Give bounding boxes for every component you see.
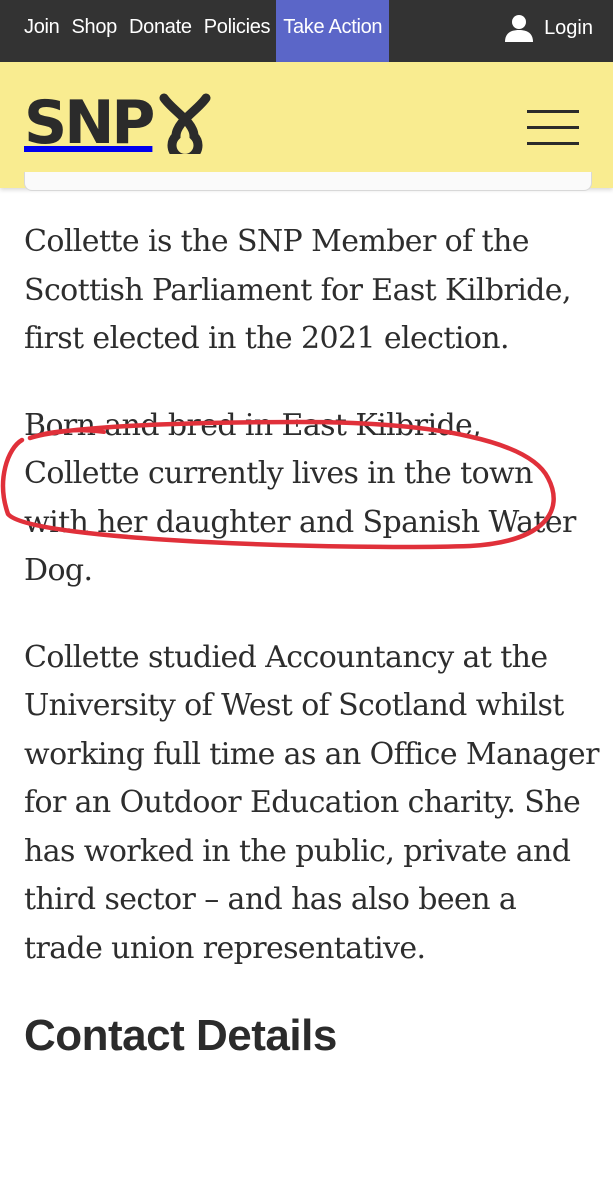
bio-paragraph-career: Collette studied Accountancy at the Univ… [24, 639, 599, 966]
login-label: Login [544, 16, 593, 39]
top-nav: Join Shop Donate Policies Take Action [0, 0, 390, 62]
nav-donate-link[interactable]: Donate [123, 0, 198, 56]
hamburger-icon[interactable] [527, 110, 579, 146]
nav-take-action-link[interactable]: Take Action [276, 0, 390, 62]
logo-text: SNP [24, 88, 155, 158]
snp-logo[interactable]: SNP [24, 88, 214, 158]
brand-header: SNP [0, 62, 613, 188]
contact-details-heading: Contact Details [24, 1011, 337, 1060]
login-link[interactable]: Login [504, 0, 593, 56]
nav-shop-link[interactable]: Shop [66, 0, 124, 56]
nav-policies-link[interactable]: Policies [198, 0, 277, 56]
bio-paragraph-intro: Collette is the SNP Member of the Scotti… [24, 224, 571, 356]
main-content: Collette is the SNP Member of the Scotti… [24, 218, 599, 1061]
snp-loop-logo-icon [159, 93, 211, 154]
user-icon [505, 15, 534, 42]
bio-paragraph-background: Born and bred in East Kilbride, Collette… [24, 407, 576, 589]
card-bottom-edge [24, 172, 592, 191]
top-navigation-bar: Join Shop Donate Policies Take Action Lo… [0, 0, 613, 62]
nav-join-link[interactable]: Join [0, 0, 66, 56]
